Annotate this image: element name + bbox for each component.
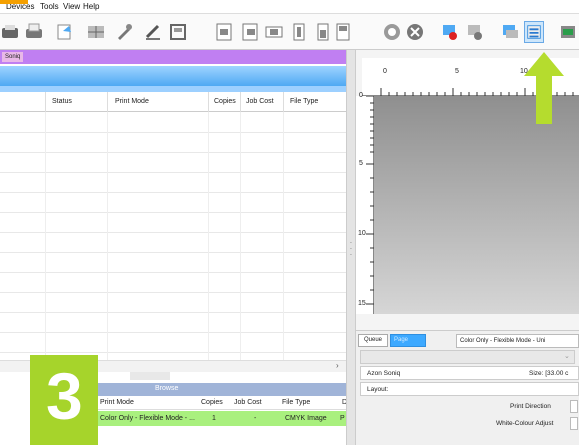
ruler-top-label: 5 [455,68,459,75]
white-colour-adjust-label: White-Colour Adjust [496,420,554,427]
browse-cell-job-cost: - [254,415,257,422]
browse-column-job-cost[interactable]: Job Cost [234,399,262,406]
grid-column-line [107,112,108,360]
print-preview-canvas[interactable] [374,96,579,314]
queue-header-bar [0,66,346,86]
splitter-grip-icon[interactable]: · · · [347,239,355,259]
nudge-left-icon[interactable] [214,21,234,43]
column-file-type[interactable]: File Type [290,98,318,105]
grid-row [0,192,346,193]
menu-view[interactable]: View [63,2,80,11]
toolbar [0,14,579,50]
menu-help[interactable]: Help [83,2,99,11]
gear-blue-icon[interactable] [440,21,460,43]
step-number: 3 [46,359,83,433]
grid-row [0,252,346,253]
ruler-left-label: 10 [358,230,366,237]
step-number-badge: 3 [30,355,98,445]
panel-split-handle[interactable] [130,372,170,380]
grid-column-line [283,112,284,360]
grid-row [0,332,346,333]
browse-column-file-type[interactable]: File Type [282,399,310,406]
media-size: Size: [33.00 c [529,370,569,377]
ruler-left-label: 5 [359,160,363,167]
copy-icon[interactable] [500,21,520,43]
selected-view-icon[interactable] [524,21,544,43]
ruler-left: 0 5 10 15 [356,92,374,318]
grid-row [0,232,346,233]
tab-queue[interactable]: Queue [358,334,388,347]
browse-title: Browse [155,385,179,392]
column-separator [283,92,284,112]
chevron-down-icon[interactable]: ⌄ [564,352,570,360]
grid-row [0,312,346,313]
ruler-left-label: 15 [358,300,366,307]
grid-row [0,292,346,293]
browse-cell-print-mode: Color Only - Flexible Mode - ... [100,415,195,422]
fit-icon[interactable] [289,21,309,43]
column-separator [107,92,108,112]
column-separator [240,92,241,112]
layout-label: Layout: [367,386,389,393]
more-icon[interactable] [558,21,578,43]
queue-column-header: Status Print Mode Copies Job Cost File T… [0,92,346,112]
ruler-left-label: 0 [359,92,363,99]
grid-row [0,132,346,133]
reprint-icon[interactable] [55,21,75,43]
printer-icon[interactable] [0,21,20,43]
browse-cell-file-type: CMYK Image [285,415,327,422]
printer-name: Azon Soniq [367,370,401,377]
scroll-right-icon[interactable]: › [336,361,339,370]
browse-cell-d: P [340,415,345,422]
browse-column-print-mode[interactable]: Print Mode [100,399,134,406]
grid-column-line [240,112,241,360]
print-mode-select[interactable]: Color Only - Flexible Mode - Uni [456,334,579,348]
browse-header [96,383,346,396]
gear-red-icon[interactable] [465,21,485,43]
grid-row [0,352,346,353]
grid-row [0,152,346,153]
print-direction-label: Print Direction [510,403,551,410]
column-copies[interactable]: Copies [214,98,236,105]
browse-cell-copies: 1 [212,415,216,422]
grid-row [0,212,346,213]
printer-info-row: Azon Soniq Size: [33.00 c [360,366,579,380]
up-arrow-icon [524,52,564,124]
page-icon[interactable] [333,21,353,43]
app-tab-accent [0,0,28,4]
ruler-top-label: 0 [383,68,387,75]
column-print-mode[interactable]: Print Mode [115,98,149,105]
grid-row [0,272,346,273]
rotate-icon[interactable] [143,21,163,43]
menu-bar: Devices Tools View Help [0,0,579,14]
column-separator [45,92,46,112]
grid-column-line [208,112,209,360]
delete-icon[interactable] [405,21,425,43]
ruler-left-ticks [366,96,374,305]
preset-dropdown[interactable] [360,350,575,364]
layout-icon[interactable] [86,21,106,43]
grid-row [0,172,346,173]
layout-row: Layout: [360,382,579,396]
frame-icon[interactable] [168,21,188,43]
zoom-icon[interactable] [382,21,402,43]
center-icon[interactable] [240,21,260,43]
print-direction-field[interactable] [570,400,578,413]
preview-footer [356,314,579,330]
send-to-printer-icon[interactable] [24,21,44,43]
printer-bar [0,50,346,64]
nudge-right-icon[interactable] [264,21,284,43]
column-status[interactable]: Status [52,98,72,105]
menu-tools[interactable]: Tools [40,2,59,11]
column-job-cost[interactable]: Job Cost [246,98,274,105]
printer-tab[interactable]: Soniq [2,52,24,62]
align-icon[interactable] [313,21,333,43]
eye-dropper-icon[interactable] [114,21,134,43]
white-colour-adjust-field[interactable] [570,417,578,430]
column-separator [208,92,209,112]
browse-column-copies[interactable]: Copies [201,399,223,406]
tab-page[interactable]: Page [390,334,426,347]
grid-column-line [45,112,46,360]
